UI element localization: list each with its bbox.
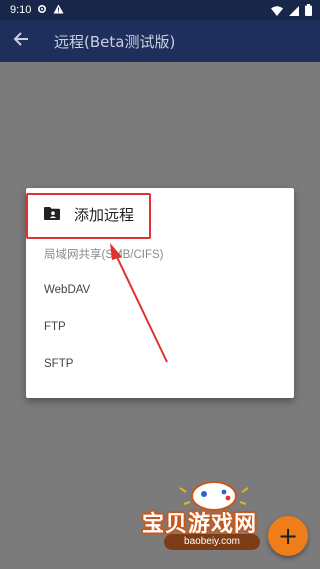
- menu-item-webdav[interactable]: WebDAV: [26, 274, 294, 306]
- menu-header-label: 添加远程: [74, 205, 135, 224]
- menu-item-smb[interactable]: 局域网共享(SMB/CIFS): [26, 238, 294, 270]
- plus-icon: +: [277, 522, 299, 550]
- battery-icon: [305, 1, 312, 20]
- status-bar: 9:10: [0, 0, 320, 20]
- status-left: 9:10: [10, 4, 64, 17]
- settings-icon: [37, 4, 47, 17]
- warning-icon: [53, 4, 64, 17]
- status-time: 9:10: [10, 4, 32, 16]
- page-title: 远程(Beta测试版): [54, 32, 176, 51]
- menu-item-sftp[interactable]: SFTP: [26, 348, 294, 380]
- menu-item-ftp[interactable]: FTP: [26, 311, 294, 343]
- wifi-icon: [271, 1, 283, 20]
- add-remote-menu: 添加远程 局域网共享(SMB/CIFS) WebDAV FTP SFTP: [26, 188, 294, 398]
- app-bar: 远程(Beta测试版): [0, 20, 320, 62]
- menu-header: 添加远程: [26, 198, 294, 230]
- status-right: [271, 1, 312, 20]
- add-button[interactable]: +: [268, 516, 308, 556]
- signal-icon: [289, 1, 299, 20]
- back-button[interactable]: [0, 20, 42, 62]
- folder-person-icon: [44, 205, 60, 224]
- arrow-left-icon: [13, 31, 29, 51]
